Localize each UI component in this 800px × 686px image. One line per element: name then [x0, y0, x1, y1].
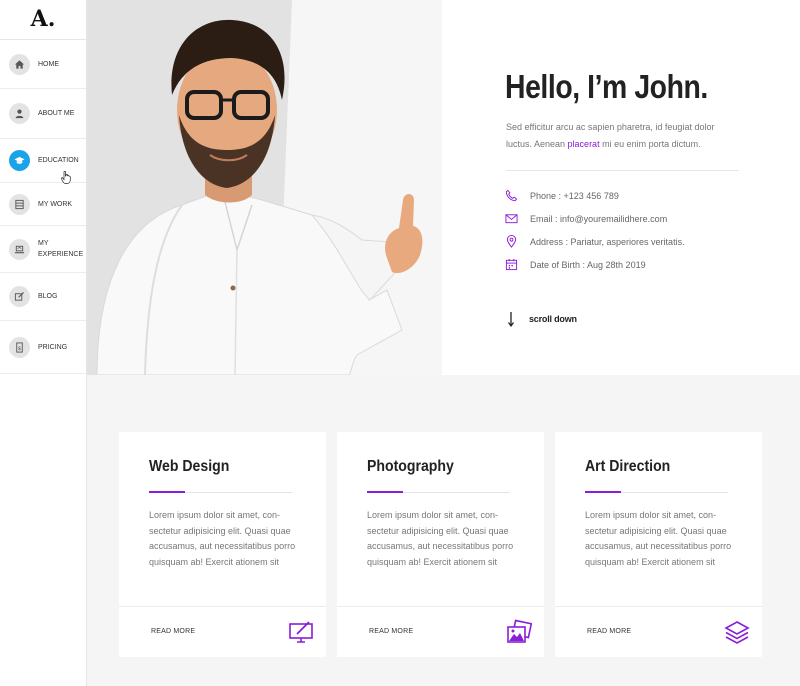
service-title: Art Direction [585, 458, 671, 475]
price-tag-icon: $ [9, 336, 30, 358]
intro-link[interactable]: placerat [568, 139, 600, 149]
layers-icon[interactable] [724, 619, 750, 645]
hero-info: Hello, I’m John. Sed efficitur arcu ac s… [442, 0, 800, 375]
intro-text-end: mi eu enim porta dictum. [599, 139, 701, 149]
divider [506, 170, 739, 171]
graduation-cap-icon [9, 150, 30, 171]
nav-label: MY WORK [38, 200, 73, 208]
dob-text: Date of Birth : Aug 28th 2019 [530, 259, 646, 270]
scroll-down-label: scroll down [529, 314, 577, 324]
address-text: Address : Pariatur, asperiores veritatis… [530, 236, 685, 247]
phone-icon [505, 189, 518, 202]
read-more-link[interactable]: READ MORE [151, 628, 195, 635]
service-card-photography: Photography Lorem ipsum dolor sit amet, … [337, 432, 544, 657]
service-text: Lorem ipsum dolor sit amet, con-sectetur… [585, 510, 732, 567]
hero-title: Hello, I’m John. [505, 68, 708, 105]
title-underline [149, 491, 292, 493]
services-section: Web Design Lorem ipsum dolor sit amet, c… [87, 375, 800, 686]
user-icon [9, 103, 30, 124]
phone-text: Phone : +123 456 789 [530, 190, 619, 201]
read-more-link[interactable]: READ MORE [369, 628, 413, 635]
service-title: Web Design [149, 458, 230, 475]
svg-text:$: $ [18, 345, 22, 351]
nav-item-pricing[interactable]: $ PRICING [0, 321, 86, 374]
nav-item-home[interactable]: HOME [0, 40, 86, 89]
service-text: Lorem ipsum dolor sit amet, con-sectetur… [149, 510, 296, 567]
nav-label: ABOUT ME [38, 110, 75, 117]
envelope-icon [505, 214, 518, 224]
card-footer: READ MORE [119, 606, 326, 657]
logo[interactable]: A. [0, 0, 86, 40]
card-footer: READ MORE [337, 606, 544, 657]
edit-icon [9, 286, 30, 307]
title-underline [367, 491, 510, 493]
portrait-illustration [87, 0, 442, 375]
hero-photo [87, 0, 442, 375]
service-text: Lorem ipsum dolor sit amet, con-sectetur… [367, 510, 514, 567]
calendar-icon [505, 258, 518, 271]
location-pin-icon [506, 235, 517, 248]
home-icon [9, 53, 30, 75]
nav-label: BLOG [38, 293, 58, 300]
contact-dob: Date of Birth : Aug 28th 2019 [505, 258, 646, 271]
nav-item-my-work[interactable]: MY WORK [0, 183, 86, 226]
nav-item-my-experience[interactable]: MY EXPERIENCE [0, 226, 86, 273]
card-footer: READ MORE [555, 606, 762, 657]
nav-label: MY EXPERIENCE [38, 240, 84, 258]
nav-label: HOME [38, 60, 59, 68]
sidebar: A. HOME ABOUT ME EDUCATION MY WORK MY EX… [0, 0, 87, 686]
arrow-down-icon [508, 312, 514, 327]
nav-item-blog[interactable]: BLOG [0, 273, 86, 321]
service-card-art-direction: Art Direction Lorem ipsum dolor sit amet… [555, 432, 762, 657]
service-title: Photography [367, 458, 454, 475]
contact-address: Address : Pariatur, asperiores veritatis… [505, 235, 685, 248]
nav-item-about-me[interactable]: ABOUT ME [0, 89, 86, 139]
scroll-down-link[interactable]: scroll down [507, 311, 577, 327]
email-text: Email : info@youremailidhere.com [530, 213, 668, 224]
list-icon [9, 193, 30, 215]
contact-phone: Phone : +123 456 789 [505, 189, 619, 202]
hand-cursor-icon [61, 171, 71, 184]
laptop-icon [9, 238, 30, 260]
nav-item-education[interactable]: EDUCATION [0, 139, 86, 183]
read-more-link[interactable]: READ MORE [587, 628, 631, 635]
photos-icon[interactable] [506, 619, 532, 645]
nav-label: EDUCATION [38, 157, 79, 164]
monitor-edit-icon[interactable] [288, 619, 314, 645]
title-underline [585, 491, 728, 493]
contact-email: Email : info@youremailidhere.com [505, 212, 667, 225]
service-card-web-design: Web Design Lorem ipsum dolor sit amet, c… [119, 432, 326, 657]
hero-intro: Sed efficitur arcu ac sapien pharetra, i… [506, 119, 736, 153]
nav-label: PRICING [38, 343, 68, 351]
